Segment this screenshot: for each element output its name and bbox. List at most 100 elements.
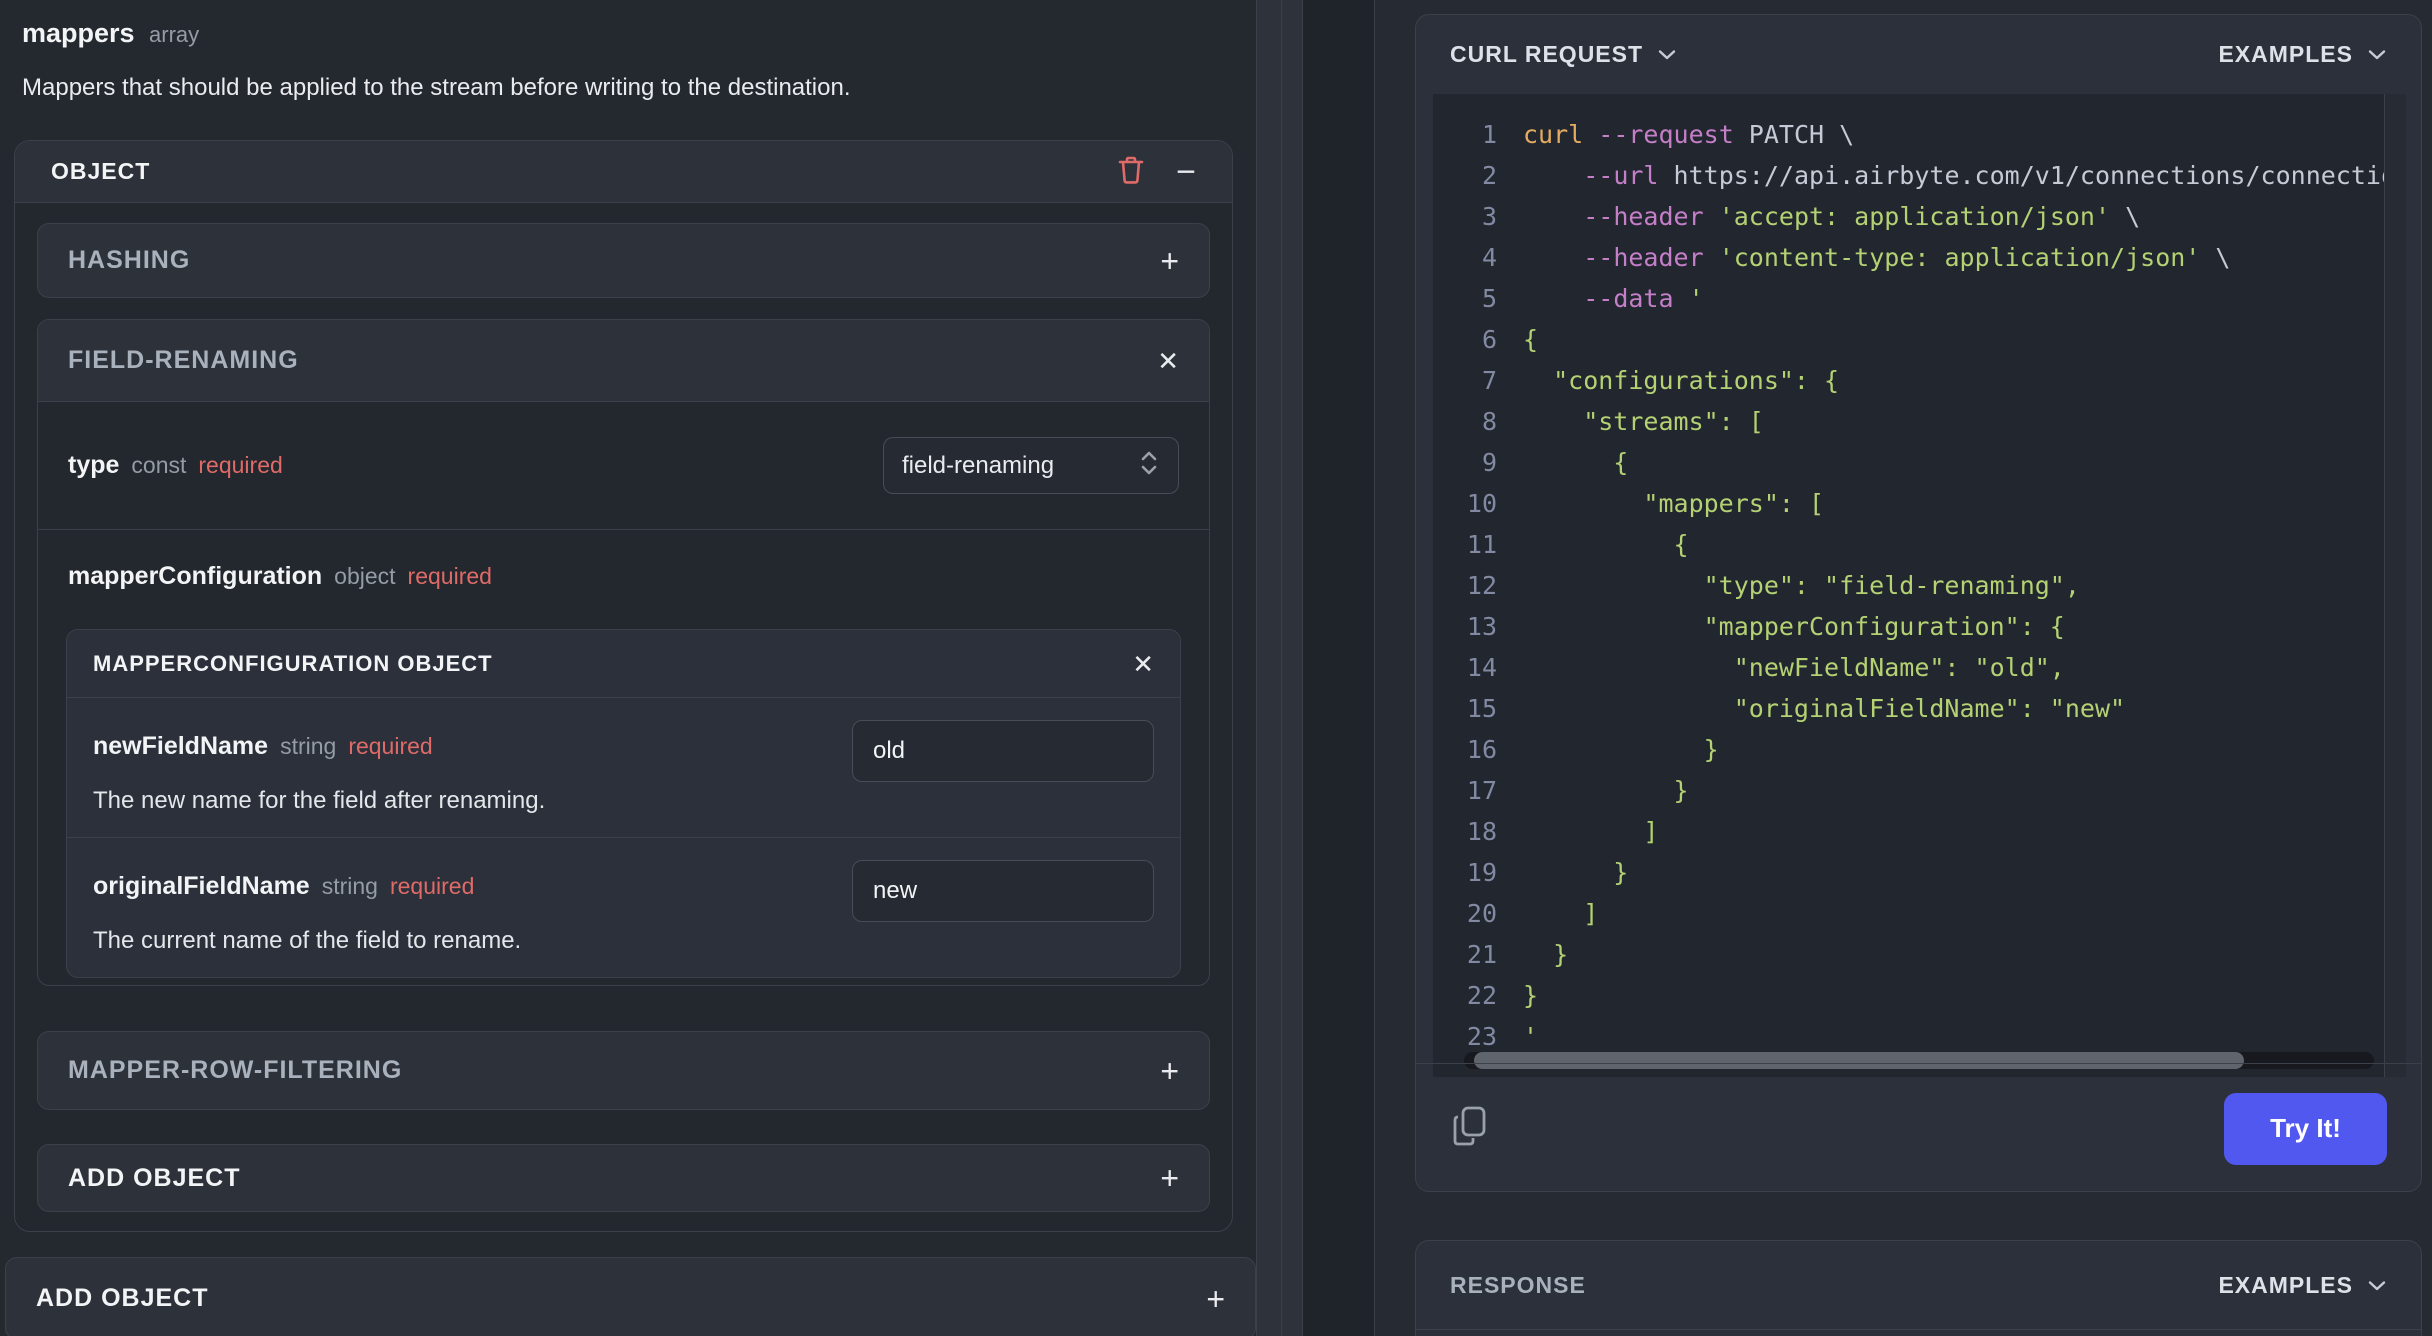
required-badge: required xyxy=(348,733,433,759)
type-select[interactable]: field-renaming xyxy=(883,437,1179,494)
code-text: ' xyxy=(1523,1022,1539,1051)
code-text: } xyxy=(1523,735,1719,764)
line-number: 6 xyxy=(1481,325,1497,354)
curl-code-block: 1 curl --request PATCH \ 2 --url https://a… xyxy=(1433,94,2406,1077)
chevron-down-icon xyxy=(2367,48,2387,61)
code-line: 3 --header 'accept: application/json' \ xyxy=(1433,196,2406,237)
line-number: 7 xyxy=(1481,366,1497,395)
type-property-label: type const required xyxy=(68,451,283,480)
line-number: 2 xyxy=(1481,161,1497,190)
add-object-button-inner[interactable]: ADD OBJECT + xyxy=(37,1144,1210,1212)
code-line: 19 } xyxy=(1433,852,2406,893)
plus-icon[interactable]: + xyxy=(1160,245,1179,277)
pane-scrollbar[interactable] xyxy=(1256,0,1303,1336)
collapse-object-button[interactable]: − xyxy=(1176,155,1196,189)
line-number: 19 xyxy=(1466,858,1497,887)
field-renaming-header: FIELD-RENAMING ✕ xyxy=(38,320,1209,402)
property-description: The current name of the field to rename. xyxy=(93,927,522,954)
plus-icon[interactable]: + xyxy=(1160,1162,1179,1194)
new-field-name-row: newFieldName string required The new nam… xyxy=(67,698,1180,837)
code-lines: 1 curl --request PATCH \ 2 --url https://a… xyxy=(1433,114,2406,1057)
property-kind: string xyxy=(280,733,337,759)
line-number: 1 xyxy=(1481,120,1497,149)
remove-field-renaming-button[interactable]: ✕ xyxy=(1157,348,1179,374)
hashing-section[interactable]: HASHING + xyxy=(37,223,1210,298)
code-text: curl --request PATCH \ xyxy=(1523,120,1855,149)
mapper-configuration-title: MAPPERCONFIGURATION OBJECT xyxy=(93,650,493,676)
mapper-configuration-property-row: mapperConfiguration object required xyxy=(38,530,1209,591)
type-select-value: field-renaming xyxy=(902,451,1055,479)
object-card: OBJECT − HASHING + FIELD-RENAMING ✕ type… xyxy=(14,140,1233,1232)
code-text: --header 'accept: application/json' \ xyxy=(1583,202,2141,231)
mapper-row-filtering-section[interactable]: MAPPER-ROW-FILTERING + xyxy=(37,1031,1210,1110)
original-field-name-input[interactable] xyxy=(852,860,1154,922)
line-number: 23 xyxy=(1466,1022,1497,1051)
response-examples-dropdown[interactable]: EXAMPLES xyxy=(2218,1272,2387,1299)
property-name: originalFieldName xyxy=(93,872,310,900)
mapper-configuration-header: MAPPERCONFIGURATION OBJECT ✕ xyxy=(67,630,1180,698)
code-text: --url https://api.airbyte.com/v1/connect… xyxy=(1583,161,2406,190)
curl-request-header: CURL REQUEST EXAMPLES xyxy=(1416,15,2421,94)
code-text: } xyxy=(1523,940,1569,969)
line-number: 3 xyxy=(1481,202,1497,231)
code-text: "type": "field-renaming", xyxy=(1523,571,2080,600)
required-badge: required xyxy=(198,452,283,478)
code-line: 15 "originalFieldName": "new" xyxy=(1433,688,2406,729)
code-text: ] xyxy=(1523,817,1659,846)
mapper-configuration-card: MAPPERCONFIGURATION OBJECT ✕ newFieldNam… xyxy=(66,629,1181,978)
close-icon: ✕ xyxy=(1132,648,1154,679)
code-text: --data ' xyxy=(1583,284,1704,313)
curl-request-toggle[interactable]: CURL REQUEST xyxy=(1450,41,1677,68)
line-number: 16 xyxy=(1466,735,1497,764)
examples-dropdown[interactable]: EXAMPLES xyxy=(2218,41,2387,68)
code-text: "mapperConfiguration": { xyxy=(1523,612,2065,641)
code-line: 12 "type": "field-renaming", xyxy=(1433,565,2406,606)
code-line: 2 --url https://api.airbyte.com/v1/conne… xyxy=(1433,155,2406,196)
original-field-name-info: originalFieldName string required The cu… xyxy=(93,860,852,955)
code-text: } xyxy=(1523,981,1539,1010)
line-number: 13 xyxy=(1466,612,1497,641)
plus-icon[interactable]: + xyxy=(1160,1055,1179,1087)
minus-icon: − xyxy=(1176,152,1196,191)
line-number: 21 xyxy=(1466,940,1497,969)
close-mapper-configuration-button[interactable]: ✕ xyxy=(1132,651,1154,677)
code-line: 4 --header 'content-type: application/js… xyxy=(1433,237,2406,278)
line-number: 20 xyxy=(1466,899,1497,928)
code-text: "mappers": [ xyxy=(1523,489,1825,518)
new-field-name-input[interactable] xyxy=(852,720,1154,782)
code-line: 6{ xyxy=(1433,319,2406,360)
copy-icon xyxy=(1450,1105,1490,1152)
plus-icon[interactable]: + xyxy=(1206,1283,1225,1315)
property-kind: string xyxy=(321,873,378,899)
field-heading: mappers array xyxy=(22,18,199,49)
chevron-up-down-icon xyxy=(1138,448,1160,483)
delete-object-button[interactable] xyxy=(1116,154,1146,189)
divider xyxy=(1416,1329,2421,1330)
field-renaming-section: FIELD-RENAMING ✕ type const required fie… xyxy=(37,319,1210,986)
examples-label: EXAMPLES xyxy=(2218,41,2353,67)
line-number: 5 xyxy=(1481,284,1497,313)
response-card: RESPONSE EXAMPLES xyxy=(1415,1240,2422,1336)
add-object-button-bottom[interactable]: ADD OBJECT + xyxy=(5,1257,1256,1336)
schema-form-pane: mappers array Mappers that should be app… xyxy=(0,0,1256,1336)
mapper-row-filtering-label: MAPPER-ROW-FILTERING xyxy=(68,1056,403,1084)
code-vertical-scrollbar[interactable] xyxy=(2384,94,2406,1077)
line-number: 18 xyxy=(1466,817,1497,846)
try-it-button[interactable]: Try It! xyxy=(2224,1092,2387,1165)
code-text: } xyxy=(1523,776,1689,805)
property-name: type xyxy=(68,451,120,479)
add-object-label: ADD OBJECT xyxy=(36,1284,209,1312)
line-number: 11 xyxy=(1466,530,1497,559)
copy-code-button[interactable] xyxy=(1450,1105,1490,1152)
curl-card-footer: Try It! xyxy=(1416,1063,2421,1191)
line-number: 8 xyxy=(1481,407,1497,436)
code-line: 14 "newFieldName": "old", xyxy=(1433,647,2406,688)
code-text: { xyxy=(1523,530,1689,559)
curl-request-card: CURL REQUEST EXAMPLES 1 curl --request PA… xyxy=(1415,14,2422,1192)
required-badge: required xyxy=(389,873,475,899)
api-example-pane: CURL REQUEST EXAMPLES 1 curl --request PA… xyxy=(1374,0,2432,1336)
close-icon: ✕ xyxy=(1157,345,1179,376)
code-line: 18 ] xyxy=(1433,811,2406,852)
new-field-name-info: newFieldName string required The new nam… xyxy=(93,720,852,815)
type-property-row: type const required field-renaming xyxy=(38,402,1209,530)
